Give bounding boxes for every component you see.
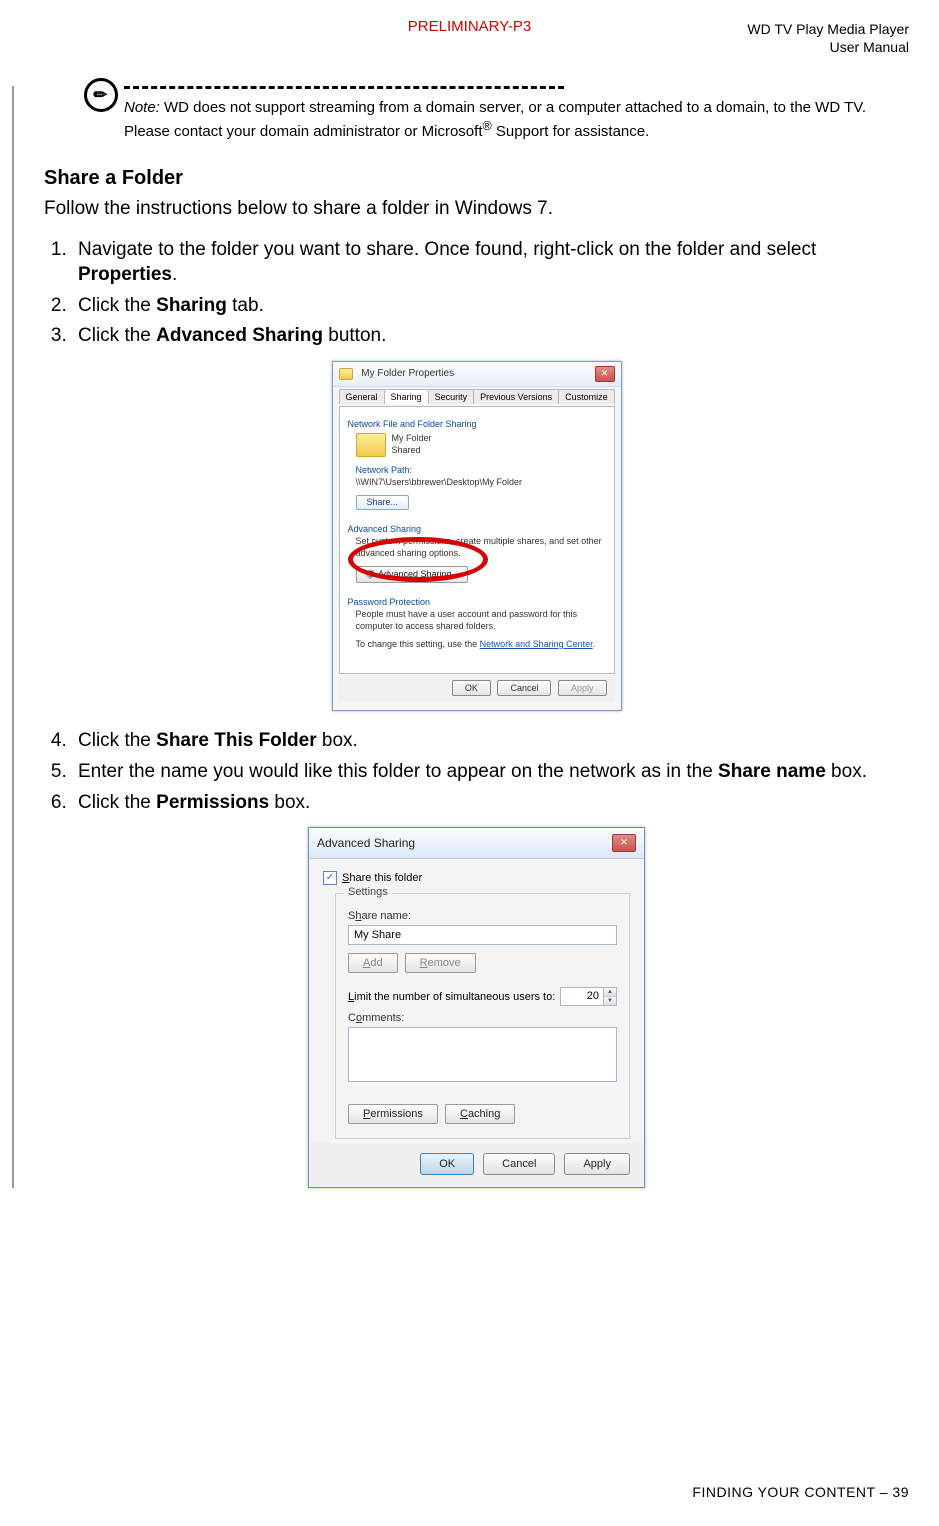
add-button[interactable]: Add [348, 953, 398, 973]
tab-security[interactable]: Security [428, 389, 475, 404]
share-folder-label: Share this folder [342, 872, 422, 884]
apply-button[interactable]: Apply [564, 1153, 630, 1175]
step-2: Click the Sharing tab. [72, 294, 909, 319]
note-icon [84, 78, 118, 112]
sharename-label: Share name: [348, 910, 617, 922]
share-button[interactable]: Share... [356, 495, 410, 511]
pwd-text: People must have a user account and pass… [356, 609, 606, 632]
dialog-title-text: My Folder Properties [361, 368, 454, 379]
dashed-line [124, 86, 564, 89]
group-pwd-label: Password Protection [348, 597, 606, 607]
spinner-down[interactable]: ▼ [604, 997, 616, 1005]
pwd-link-line: To change this setting, use the Network … [356, 639, 606, 651]
folder-info: My Folder Shared [392, 433, 432, 456]
permissions-button[interactable]: Permissions [348, 1104, 438, 1124]
note-text-2: Support for assistance. [492, 123, 650, 140]
tab-general[interactable]: General [339, 389, 385, 404]
spinner-up[interactable]: ▲ [604, 988, 616, 997]
share-folder-checkbox-row: ✓ Share this folder [323, 871, 630, 885]
step-4: Click the Share This Folder box. [72, 729, 909, 754]
limit-value: 20 [561, 988, 603, 1005]
step-3: Click the Advanced Sharing button. [72, 324, 909, 349]
apply-button[interactable]: Apply [558, 680, 607, 696]
dialog-titlebar: My Folder Properties ✕ [333, 362, 621, 387]
section-title: Share a Folder [44, 167, 909, 190]
sharename-input[interactable]: My Share [348, 925, 617, 945]
limit-row: Limit the number of simultaneous users t… [348, 987, 617, 1006]
settings-group-label: Settings [344, 886, 392, 898]
registered-mark: ® [482, 119, 491, 133]
share-folder-checkbox[interactable]: ✓ [323, 871, 337, 885]
tab-panel: Network File and Folder Sharing My Folde… [339, 406, 615, 674]
footer-page: 39 [892, 1484, 909, 1500]
adv-desc: Set custom permissions, create multiple … [356, 536, 606, 559]
figure-1: My Folder Properties ✕ General Sharing S… [44, 361, 909, 711]
cancel-button[interactable]: Cancel [497, 680, 551, 696]
tab-previous[interactable]: Previous Versions [473, 389, 559, 404]
spinner-buttons: ▲ ▼ [603, 988, 616, 1005]
intro-text: Follow the instructions below to share a… [44, 198, 909, 220]
dialog2-footer: OK Cancel Apply [309, 1143, 644, 1187]
content-column: Note: WD does not support streaming from… [12, 86, 909, 1188]
steps-list: Navigate to the folder you want to share… [44, 238, 909, 349]
tabs: General Sharing Security Previous Versio… [339, 389, 615, 404]
caching-button[interactable]: Caching [445, 1104, 515, 1124]
page: PRELIMINARY-P3 WD TV Play Media Player U… [0, 0, 939, 1520]
properties-dialog: My Folder Properties ✕ General Sharing S… [332, 361, 622, 711]
figure-2: Advanced Sharing ✕ ✓ Share this folder S… [44, 827, 909, 1188]
step-6: Click the Permissions box. [72, 791, 909, 816]
group-nfs-label: Network File and Folder Sharing [348, 419, 606, 429]
dialog-footer: OK Cancel Apply [339, 674, 615, 702]
netpath-value: \\WIN7\Users\bbrewer\Desktop\My Folder [356, 477, 606, 489]
note-label: Note: [124, 99, 160, 116]
dialog2-titlebar: Advanced Sharing ✕ [309, 828, 644, 859]
page-header: PRELIMINARY-P3 WD TV Play Media Player U… [30, 20, 909, 56]
note-text: Note: WD does not support streaming from… [124, 97, 909, 142]
footer-section: FINDING YOUR CONTENT – [692, 1484, 892, 1500]
comments-textarea[interactable] [348, 1027, 617, 1082]
note-block: Note: WD does not support streaming from… [84, 86, 909, 142]
tab-customize[interactable]: Customize [558, 389, 615, 404]
network-center-link[interactable]: Network and Sharing Center [480, 639, 593, 649]
folder-icon [339, 368, 353, 380]
product-line2: User Manual [830, 39, 909, 55]
ok-button[interactable]: OK [452, 680, 491, 696]
tab-sharing[interactable]: Sharing [384, 389, 429, 404]
product-title: WD TV Play Media Player User Manual [747, 20, 909, 56]
dialog2-title-text: Advanced Sharing [317, 836, 415, 850]
steps-list-2: Click the Share This Folder box. Enter t… [44, 729, 909, 815]
folder-large-icon [356, 433, 386, 457]
page-footer: FINDING YOUR CONTENT – 39 [692, 1484, 909, 1500]
remove-button[interactable]: Remove [405, 953, 476, 973]
limit-label: Limit the number of simultaneous users t… [348, 991, 555, 1003]
close-button[interactable]: ✕ [612, 834, 636, 852]
step-5: Enter the name you would like this folde… [72, 760, 909, 785]
product-line1: WD TV Play Media Player [747, 21, 909, 37]
cancel-button[interactable]: Cancel [483, 1153, 555, 1175]
comments-label: Comments: [348, 1012, 617, 1024]
ok-button[interactable]: OK [420, 1153, 474, 1175]
settings-group: Settings Share name: My Share Add Remove… [335, 893, 630, 1139]
netpath-label: Network Path: [356, 465, 606, 477]
preliminary-label: PRELIMINARY-P3 [408, 18, 531, 35]
close-button[interactable]: ✕ [595, 366, 615, 382]
group-adv-label: Advanced Sharing [348, 524, 606, 534]
advanced-sharing-button[interactable]: 🛡 Advanced Sharing... [356, 566, 469, 584]
advanced-sharing-dialog: Advanced Sharing ✕ ✓ Share this folder S… [308, 827, 645, 1188]
step-1: Navigate to the folder you want to share… [72, 238, 909, 287]
limit-spinner[interactable]: 20 ▲ ▼ [560, 987, 617, 1006]
